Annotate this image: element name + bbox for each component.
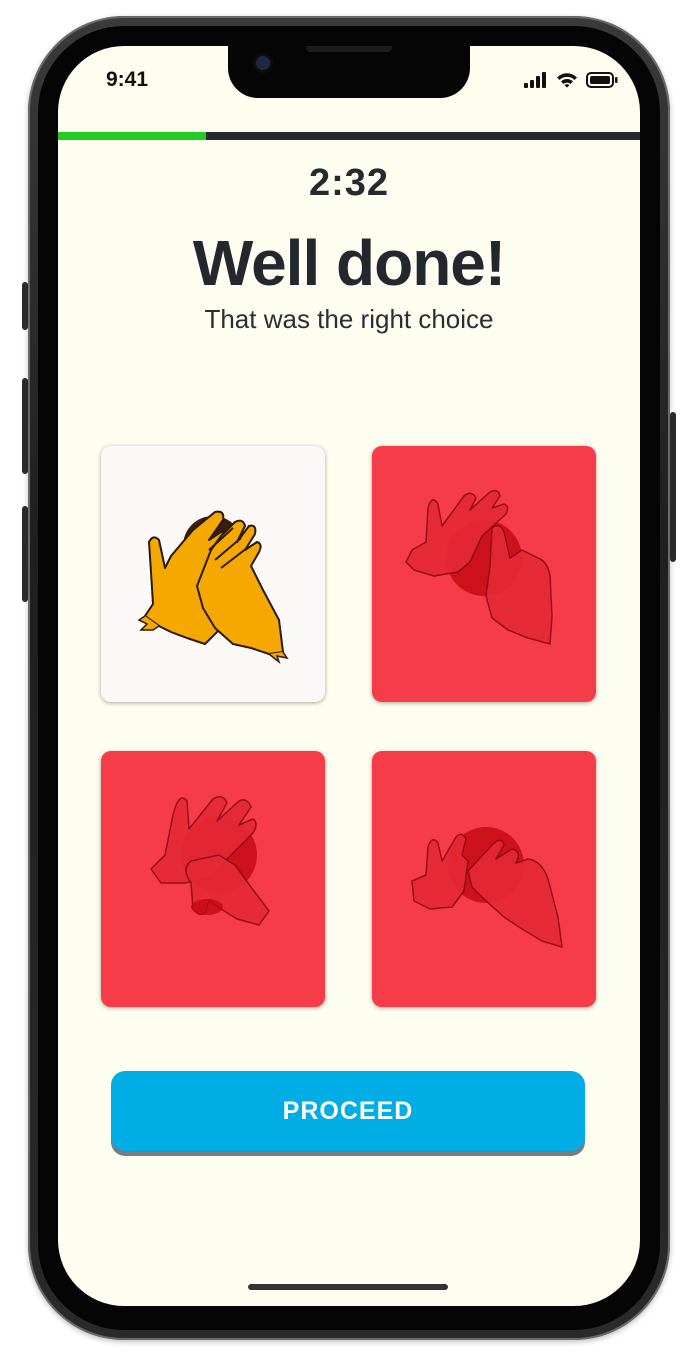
notch — [228, 46, 470, 98]
option-card-wrong-3[interactable] — [372, 751, 596, 1007]
countdown-timer: 2:32 — [308, 162, 390, 204]
option-card-wrong-1[interactable] — [372, 446, 596, 702]
hands-sign-icon — [405, 489, 553, 645]
option-card-wrong-2[interactable] — [101, 751, 325, 1007]
power-button — [670, 412, 676, 562]
result-headline: Well done! — [192, 227, 506, 299]
volume-down-button — [22, 506, 28, 602]
option-card-correct[interactable] — [101, 446, 325, 702]
volume-up-button — [22, 378, 28, 474]
signal-icon — [524, 72, 546, 88]
proceed-button[interactable]: PROCEED — [111, 1071, 585, 1151]
speaker — [306, 46, 392, 52]
battery-icon — [586, 72, 618, 88]
progress-bar — [58, 132, 640, 140]
progress-fill — [58, 132, 207, 140]
hands-sign-icon — [150, 796, 270, 926]
camera — [256, 56, 270, 70]
hands-sign-icon — [411, 827, 563, 948]
home-indicator[interactable] — [248, 1284, 448, 1290]
app-screen: 9:41 2:32 Well done! That was the right … — [58, 46, 640, 1306]
hands-sign-icon — [137, 510, 289, 665]
wifi-icon — [557, 73, 577, 88]
mute-switch — [22, 282, 28, 330]
result-subtitle: That was the right choice — [204, 304, 494, 334]
status-time: 9:41 — [106, 68, 149, 91]
status-icons — [524, 72, 618, 88]
